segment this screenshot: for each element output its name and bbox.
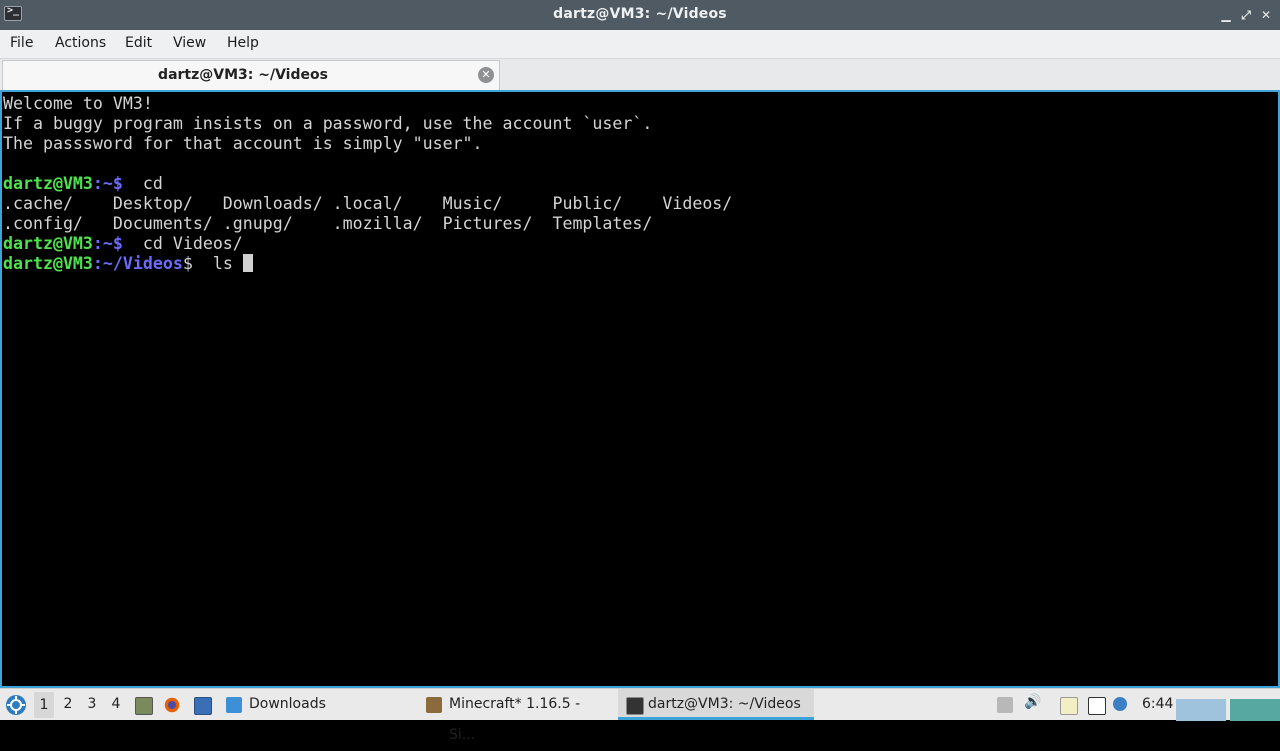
prompt-path: :~/Videos — [92, 254, 183, 273]
tray-up-arrow-icon[interactable] — [997, 697, 1013, 713]
terminal-tab[interactable]: dartz@VM3: ~/Videos ✕ — [2, 60, 500, 90]
menu-help[interactable]: Help — [227, 35, 259, 51]
ls-output-row-1: .cache/ Desktop/ Downloads/ .local/ Musi… — [3, 194, 733, 213]
task-downloads[interactable]: Downloads — [222, 689, 412, 720]
info-line-1: If a buggy program insists on a password… — [3, 114, 653, 133]
task-minecraft-label: Minecraft* 1.16.5 - Si... — [449, 696, 581, 743]
update-icon[interactable] — [1088, 697, 1106, 715]
command-text: cd — [122, 174, 163, 193]
terminal-output[interactable]: Welcome to VM3! If a buggy program insist… — [0, 90, 1280, 688]
start-menu-button[interactable] — [4, 689, 28, 721]
close-button[interactable]: ✕ — [1257, 6, 1275, 24]
maximize-button[interactable]: ⤢ — [1237, 6, 1255, 24]
task-downloads-label: Downloads — [249, 696, 326, 712]
tab-label: dartz@VM3: ~/Videos — [158, 67, 328, 83]
task-minecraft[interactable]: Minecraft* 1.16.5 - Si... — [420, 689, 610, 743]
clock[interactable]: 6:44 — [1142, 696, 1173, 712]
volume-icon[interactable]: 🔊 — [1024, 694, 1041, 710]
prompt-dollar: $ — [182, 254, 193, 273]
menu-file[interactable]: File — [10, 35, 33, 51]
command-text[interactable]: ls — [193, 254, 243, 273]
task-terminal-label: dartz@VM3: ~/Videos — [648, 696, 801, 712]
desktop-launcher-icon[interactable] — [194, 697, 212, 715]
minecraft-icon — [426, 697, 442, 713]
prompt-user: dartz@VM3 — [3, 254, 93, 273]
menu-actions[interactable]: Actions — [55, 35, 106, 51]
command-text: cd Videos/ — [122, 234, 243, 253]
taskbar: 1 2 3 4 Downloads Minecraft* 1.16.5 - Si… — [0, 688, 1280, 743]
workspace-2[interactable]: 2 — [58, 696, 78, 712]
prompt-user: dartz@VM3 — [3, 234, 93, 253]
clipboard-icon[interactable] — [1060, 697, 1078, 715]
tab-bar: dartz@VM3: ~/Videos ✕ — [0, 59, 1280, 90]
workspace-1[interactable]: 1 — [34, 692, 54, 718]
menu-bar: File Actions Edit View Help — [0, 30, 1280, 59]
info-line-2: The passsword for that account is simply… — [3, 134, 483, 153]
show-desktop-button[interactable] — [1230, 699, 1280, 721]
folder-icon — [226, 697, 242, 713]
command-line-2: dartz@VM3:~$ cd Videos/ — [3, 234, 1278, 254]
command-line-3: dartz@VM3:~/Videos$ ls — [3, 254, 1278, 274]
terminal-icon — [626, 697, 644, 715]
file-manager-launcher-icon[interactable] — [135, 697, 153, 715]
menu-edit[interactable]: Edit — [125, 35, 152, 51]
welcome-line: Welcome to VM3! — [3, 94, 153, 113]
desktop-preview[interactable] — [1176, 699, 1226, 721]
app-menu-icon — [6, 695, 26, 715]
menu-view[interactable]: View — [173, 35, 206, 51]
window-titlebar[interactable]: >_ dartz@VM3: ~/Videos ▁ ⤢ ✕ — [0, 0, 1280, 30]
prompt-path: :~$ — [92, 174, 123, 193]
task-terminal[interactable]: dartz@VM3: ~/Videos — [618, 689, 814, 720]
prompt-path: :~$ — [92, 234, 123, 253]
prompt-user: dartz@VM3 — [3, 174, 93, 193]
workspace-3[interactable]: 3 — [82, 696, 102, 712]
minimize-button[interactable]: ▁ — [1217, 6, 1235, 24]
firefox-launcher-icon[interactable] — [164, 697, 180, 713]
tab-close-icon[interactable]: ✕ — [478, 67, 494, 83]
ls-output-row-2: .config/ Documents/ .gnupg/ .mozilla/ Pi… — [3, 214, 653, 233]
text-cursor — [242, 254, 253, 272]
window-title: dartz@VM3: ~/Videos — [553, 6, 727, 22]
command-line-1: dartz@VM3:~$ cd — [3, 174, 1278, 194]
info-icon[interactable] — [1113, 697, 1127, 711]
workspace-4[interactable]: 4 — [106, 696, 126, 712]
